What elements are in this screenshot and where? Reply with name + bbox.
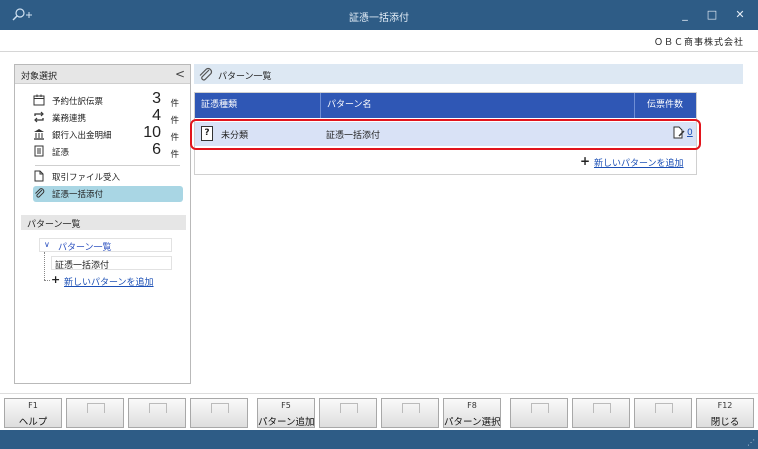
sync-icon: [34, 111, 44, 123]
nav-item-label: 予約仕訳伝票: [52, 97, 104, 107]
company-bar: ＯＢＣ商事株式会社: [0, 30, 758, 52]
status-bar: ⋰: [0, 430, 758, 449]
nav-item-count: 4: [152, 107, 161, 124]
nav-item-unit: 件: [170, 116, 179, 126]
table-header: 証憑種類 パターン名 伝票件数: [195, 93, 696, 118]
key-slot-icon: [655, 403, 673, 413]
row-highlight-frame: [190, 119, 701, 150]
f8-select-pattern-button[interactable]: F8 パターン選択: [443, 398, 501, 428]
nav-item-label: 証憑: [52, 148, 70, 158]
fkey-label: F1: [28, 401, 38, 410]
column-header-voucher-type[interactable]: 証憑種類: [195, 93, 321, 118]
f12-close-button[interactable]: F12 閉じる: [696, 398, 754, 428]
divider: [35, 165, 180, 166]
nav-item-label: 証憑一括添付: [52, 190, 104, 200]
fkey-button-empty[interactable]: [634, 398, 692, 428]
key-slot-icon: [402, 403, 420, 413]
key-slot-icon: [211, 403, 229, 413]
fkey-label: F8: [467, 401, 477, 410]
tree-root-pattern-list[interactable]: ∨ パターン一覧: [39, 238, 172, 253]
nav-item-label: 取引ファイル受入: [52, 173, 121, 183]
nav-item-label: 銀行入出金明細: [52, 131, 112, 141]
tree-item-label: 証憑一括添付: [55, 261, 110, 271]
key-slot-icon: [87, 403, 105, 413]
nav-item-count: 3: [152, 90, 161, 107]
paperclip-icon: [35, 188, 45, 198]
fkey-button-empty[interactable]: [66, 398, 124, 428]
panel-title: 対象選択: [21, 72, 58, 82]
f5-add-pattern-button[interactable]: F5 パターン追加: [257, 398, 315, 428]
pattern-list-header: パターン一覧: [21, 215, 186, 230]
resize-grip-icon[interactable]: ⋰: [747, 438, 755, 447]
fkey-label: F5: [281, 401, 291, 410]
nav-item-unit: 件: [170, 150, 179, 160]
nav-item-file-import[interactable]: 取引ファイル受入: [33, 169, 183, 185]
company-name: ＯＢＣ商事株式会社: [653, 38, 744, 48]
chevron-down-icon[interactable]: ∨: [44, 240, 50, 249]
calendar-icon: [33, 94, 45, 106]
target-selection-panel: 対象選択 < 予約仕訳伝票 3 件 業務連携 4 件 銀行入出金明細 10 件: [14, 64, 191, 384]
fkey-caption: 閉じる: [710, 417, 740, 428]
fkey-label: F12: [717, 401, 733, 410]
tree-connector: [44, 252, 45, 280]
fkey-button-empty[interactable]: [572, 398, 630, 428]
fkey-caption: パターン選択: [444, 417, 501, 428]
fkey-caption: ヘルプ: [18, 417, 48, 428]
panel-header: 対象選択 <: [15, 65, 190, 84]
fkey-button-empty[interactable]: [128, 398, 186, 428]
panel-title-bar: パターン一覧: [194, 64, 743, 84]
function-key-bar: F1 ヘルプ F5 パターン追加 F8 パターン選択 F12 閉じる: [0, 393, 758, 430]
add-pattern-link[interactable]: 新しいパターンを追加: [64, 275, 154, 288]
f1-help-button[interactable]: F1 ヘルプ: [4, 398, 62, 428]
nav-item-voucher[interactable]: 証憑 6 件: [33, 141, 183, 160]
nav-item-count: 10: [143, 124, 161, 141]
title-bar: 証憑一括添付 _ □ ✕: [0, 0, 758, 30]
tree-root-label: パターン一覧: [58, 243, 112, 253]
nav-item-label: 業務連携: [52, 114, 87, 124]
panel-title: パターン一覧: [218, 72, 272, 82]
nav-item-bulk-attach[interactable]: 証憑一括添付: [33, 186, 183, 202]
fkey-button-empty[interactable]: [190, 398, 248, 428]
fkey-button-empty[interactable]: [381, 398, 439, 428]
pattern-list-panel: パターン一覧 証憑種類 パターン名 伝票件数 ? 未分類 証憑一括添付 0 +: [190, 64, 743, 384]
plus-icon: +: [51, 273, 61, 286]
key-slot-icon: [149, 403, 167, 413]
fkey-button-empty[interactable]: [319, 398, 377, 428]
document-icon: [34, 145, 44, 157]
key-slot-icon: [340, 403, 358, 413]
tree-connector: [44, 280, 50, 281]
tree-item-bulk-attach[interactable]: 証憑一括添付: [51, 256, 172, 271]
column-header-voucher-count[interactable]: 伝票件数: [635, 93, 696, 118]
bank-icon: [34, 129, 44, 140]
add-pattern-link[interactable]: 新しいパターンを追加: [594, 156, 684, 169]
minimize-button[interactable]: _: [676, 6, 694, 24]
column-header-pattern-name[interactable]: パターン名: [321, 93, 635, 118]
fkey-caption: パターン追加: [258, 417, 315, 428]
window-title: 証憑一括添付: [349, 13, 409, 24]
section-title: パターン一覧: [27, 220, 81, 230]
nav-item-unit: 件: [170, 99, 179, 109]
nav-item-count: 6: [152, 141, 161, 158]
pattern-table: 証憑種類 パターン名 伝票件数 ? 未分類 証憑一括添付 0 + 新しいパターン…: [190, 92, 701, 175]
nav-item-unit: 件: [170, 133, 179, 143]
key-slot-icon: [531, 403, 549, 413]
collapse-icon[interactable]: <: [175, 67, 185, 81]
fkey-button-empty[interactable]: [510, 398, 568, 428]
paperclip-icon: [199, 67, 213, 81]
key-slot-icon: [593, 403, 611, 413]
close-button[interactable]: ✕: [731, 6, 749, 24]
plus-icon: +: [580, 154, 591, 168]
maximize-button[interactable]: □: [703, 6, 721, 24]
file-icon: [34, 170, 44, 182]
